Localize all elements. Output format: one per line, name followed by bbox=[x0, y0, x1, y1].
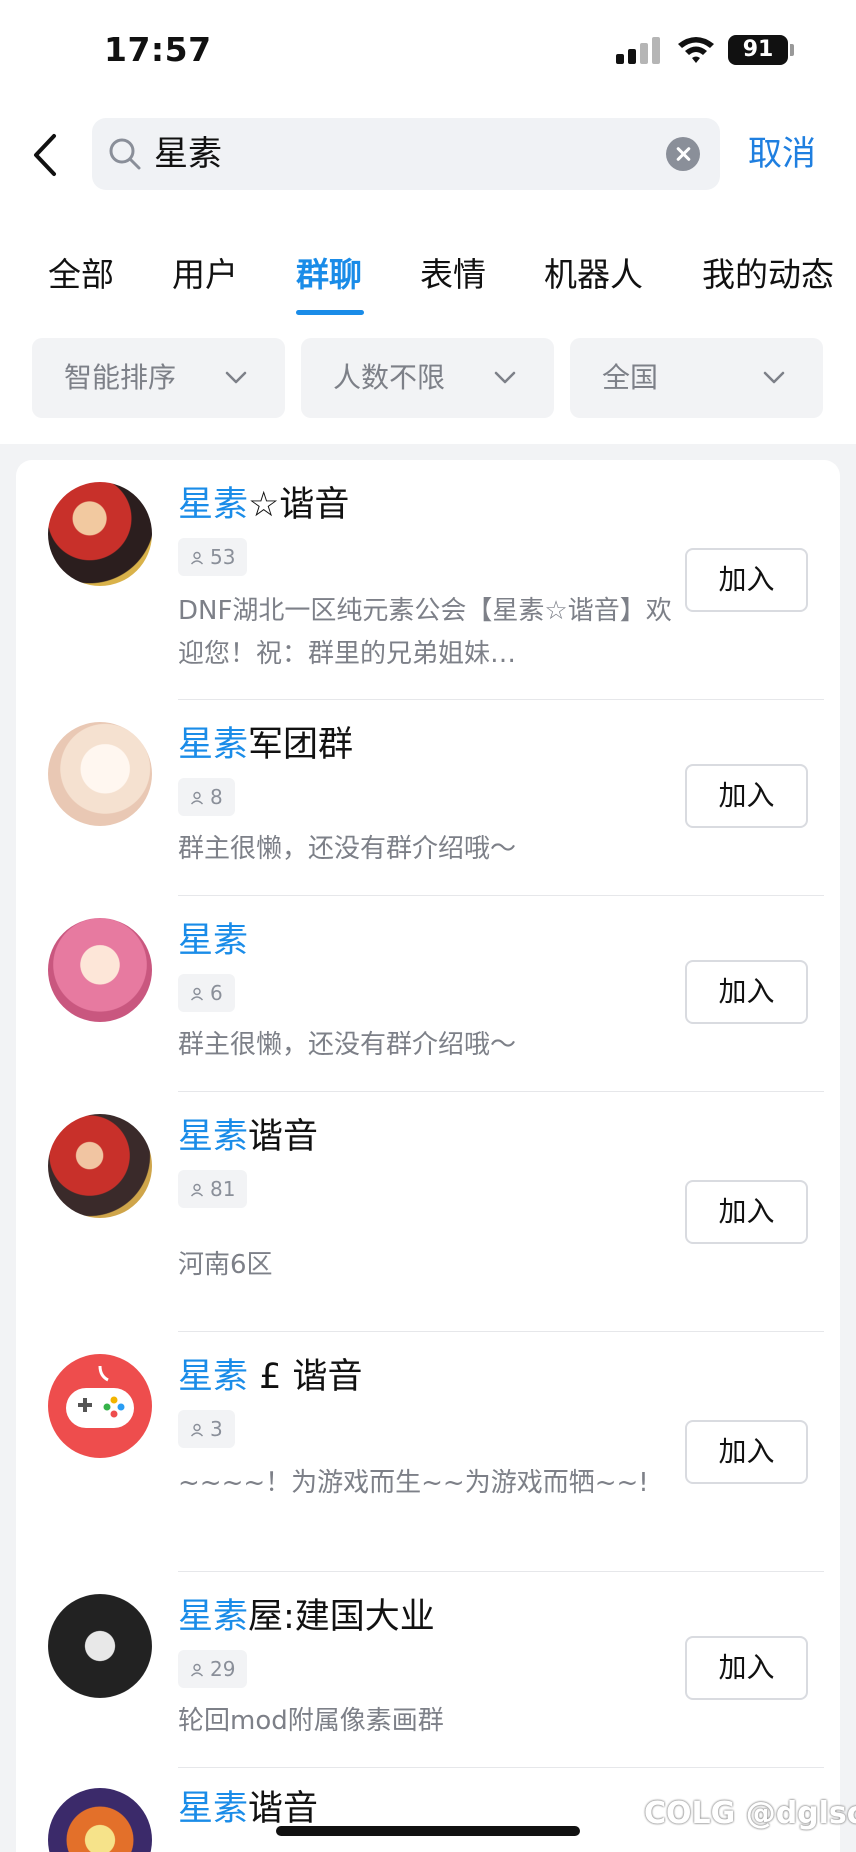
member-count-badge: 53 bbox=[178, 538, 248, 576]
person-icon bbox=[190, 987, 204, 1001]
group-description: ~~~~！为游戏而生~~为游戏而牺~~! bbox=[178, 1468, 649, 1498]
search-category-tabs: 全部 用户 群聊 表情 机器人 我的动态 bbox=[0, 250, 856, 320]
group-description: 河南6区 bbox=[178, 1250, 273, 1280]
group-results-list: 星素☆谐音 53 DNF湖北一区纯元素公会【星素☆谐音】欢迎您！祝：群里的兄弟姐… bbox=[16, 460, 840, 1852]
group-avatar bbox=[48, 722, 152, 826]
group-name: 星素屋:建国大业 bbox=[178, 1597, 435, 1637]
list-item[interactable]: 星素 6 群主很懒，还没有群介绍哦～ 加入 bbox=[16, 896, 840, 1092]
active-tab-indicator bbox=[296, 310, 364, 315]
tab-all[interactable]: 全部 bbox=[48, 250, 114, 300]
member-count-badge: 81 bbox=[178, 1170, 248, 1208]
group-avatar bbox=[48, 918, 152, 1022]
list-item[interactable]: 星素 £ 谐音 3 ~~~~！为游戏而生~~为游戏而牺~~! 加入 bbox=[16, 1332, 840, 1572]
gamepad-avatar-icon bbox=[48, 1354, 152, 1458]
search-input[interactable]: 星素 bbox=[92, 118, 720, 190]
person-icon bbox=[190, 551, 204, 565]
search-bar-row: 星素 取消 bbox=[0, 110, 856, 198]
join-button[interactable]: 加入 bbox=[685, 1636, 808, 1700]
list-item[interactable]: 星素☆谐音 53 DNF湖北一区纯元素公会【星素☆谐音】欢迎您！祝：群里的兄弟姐… bbox=[16, 460, 840, 700]
group-name: 星素谐音 bbox=[178, 1117, 319, 1157]
cancel-button[interactable]: 取消 bbox=[748, 132, 816, 176]
watermark: COLG @dglsc bbox=[644, 1796, 856, 1831]
person-icon bbox=[190, 1663, 204, 1677]
group-description: 群主很懒，还没有群介绍哦～ bbox=[178, 834, 517, 864]
member-count-filter-dropdown[interactable]: 人数不限 bbox=[301, 338, 554, 418]
member-count-filter-label: 人数不限 bbox=[333, 361, 446, 394]
join-button[interactable]: 加入 bbox=[685, 548, 808, 612]
group-name: 星素 £ 谐音 bbox=[178, 1357, 363, 1397]
group-description: DNF湖北一区纯元素公会【星素☆谐音】欢迎您！祝：群里的兄弟姐妹… bbox=[178, 596, 672, 669]
group-avatar bbox=[48, 1594, 152, 1698]
sort-filter-label: 智能排序 bbox=[64, 361, 177, 394]
tab-group-chats[interactable]: 群聊 bbox=[296, 250, 362, 300]
list-item[interactable]: 星素谐音 81 河南6区 加入 bbox=[16, 1092, 840, 1332]
chevron-down-icon bbox=[763, 371, 785, 384]
member-count-badge: 29 bbox=[178, 1650, 248, 1688]
group-name: 星素☆谐音 bbox=[178, 485, 350, 525]
battery-tip bbox=[790, 44, 794, 56]
wifi-icon bbox=[678, 37, 714, 63]
region-filter-dropdown[interactable]: 全国 bbox=[570, 338, 823, 418]
member-count-badge: 6 bbox=[178, 974, 235, 1012]
group-avatar bbox=[48, 1788, 152, 1852]
member-count-badge: 8 bbox=[178, 778, 235, 816]
join-button[interactable]: 加入 bbox=[685, 1420, 808, 1484]
search-query[interactable]: 星素 bbox=[154, 132, 222, 176]
battery-icon: 91 bbox=[728, 35, 788, 65]
member-count-badge: 3 bbox=[178, 1410, 235, 1448]
group-avatar bbox=[48, 1114, 152, 1218]
sort-filter-dropdown[interactable]: 智能排序 bbox=[32, 338, 285, 418]
join-button[interactable]: 加入 bbox=[685, 764, 808, 828]
chevron-down-icon bbox=[225, 371, 247, 384]
group-description: 轮回mod附属像素画群 bbox=[178, 1706, 444, 1736]
group-name: 星素 bbox=[178, 921, 249, 961]
chevron-down-icon bbox=[494, 371, 516, 384]
person-icon bbox=[190, 1423, 204, 1437]
home-indicator bbox=[276, 1826, 580, 1836]
list-item[interactable]: 星素屋:建国大业 29 轮回mod附属像素画群 加入 bbox=[16, 1572, 840, 1768]
region-filter-label: 全国 bbox=[602, 361, 659, 394]
filter-bar: 智能排序 人数不限 全国 bbox=[0, 338, 856, 418]
cellular-signal-icon bbox=[616, 36, 660, 64]
group-avatar bbox=[48, 482, 152, 586]
back-arrow-icon[interactable] bbox=[26, 130, 66, 180]
tab-my-posts[interactable]: 我的动态 bbox=[702, 250, 834, 300]
status-bar: 17:57 91 bbox=[0, 0, 856, 100]
search-icon bbox=[109, 138, 141, 170]
person-icon bbox=[190, 1183, 204, 1197]
group-description: 群主很懒，还没有群介绍哦～ bbox=[178, 1030, 517, 1060]
group-name: 星素军团群 bbox=[178, 725, 354, 765]
clear-search-icon[interactable] bbox=[666, 137, 700, 171]
tab-users[interactable]: 用户 bbox=[172, 250, 238, 300]
list-item[interactable]: 星素军团群 8 群主很懒，还没有群介绍哦～ 加入 bbox=[16, 700, 840, 896]
join-button[interactable]: 加入 bbox=[685, 1180, 808, 1244]
status-time: 17:57 bbox=[104, 30, 212, 69]
tab-stickers[interactable]: 表情 bbox=[420, 250, 486, 300]
join-button[interactable]: 加入 bbox=[685, 960, 808, 1024]
tab-bots[interactable]: 机器人 bbox=[544, 250, 643, 300]
person-icon bbox=[190, 791, 204, 805]
